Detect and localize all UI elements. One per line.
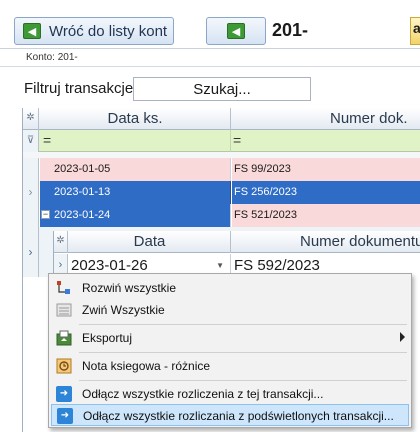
cell-date[interactable]: 2023-01-13 xyxy=(40,181,231,204)
grid-header: ✲ Data ks. Numer dok. xyxy=(23,108,420,130)
context-menu: Rozwiń wszystkie Zwiń Wszystkie Eksportu… xyxy=(48,273,412,428)
back-to-accounts-label: Wróć do listy kont xyxy=(49,22,168,40)
cell-date-text: 2023-01-24 xyxy=(54,209,111,221)
account-name-fragment: a xyxy=(413,20,420,36)
back-to-accounts-button[interactable]: ◀ Wróć do listy kont xyxy=(14,17,174,45)
cell-doc-number[interactable]: FS 521/2023 xyxy=(232,204,420,227)
menu-item-label: Eksportuj xyxy=(82,331,133,345)
detail-grid: ✲ Data Numer dokumentu › 2023-01-26 ▼ FS… xyxy=(53,231,420,277)
toolbar: ◀ Wróć do listy kont ◀ 201- a xyxy=(0,0,420,50)
menu-separator xyxy=(79,352,407,353)
row-indicator: › xyxy=(23,227,39,277)
note-icon xyxy=(56,358,72,374)
filter-cell-date[interactable]: = xyxy=(41,130,231,152)
divider xyxy=(0,66,420,67)
table-row[interactable]: 2023-01-05 FS 99/2023 xyxy=(23,158,420,181)
table-row[interactable]: › 2023-01-13 FS 256/2023 xyxy=(23,181,420,204)
menu-item-label: Rozwiń wszystkie xyxy=(82,281,177,295)
column-header-doc-number[interactable]: Numer dokumentu xyxy=(232,231,420,253)
menu-separator xyxy=(79,380,407,381)
search-input[interactable]: Szukaj... xyxy=(133,77,311,101)
column-chooser-icon[interactable]: ✲ xyxy=(23,108,39,130)
menu-item-label: Zwiń Wszystkie xyxy=(82,303,165,317)
menu-item-export[interactable]: Eksportuj xyxy=(51,327,409,349)
back-button[interactable]: ◀ xyxy=(206,17,266,45)
detail-grid-container: › ✲ Data Numer dokumentu › 2023-01-26 ▼ … xyxy=(23,227,420,277)
row-indicator xyxy=(23,158,39,181)
filter-row: ⊽ = = xyxy=(23,130,420,152)
arrow-right-icon: ➜ xyxy=(56,386,72,402)
table-row-expanded[interactable]: 2023-01-24 − FS 521/2023 xyxy=(23,204,420,227)
export-icon xyxy=(56,330,72,346)
column-header-date[interactable]: Data xyxy=(69,231,231,253)
filter-label: Filtruj transakcje xyxy=(24,80,134,97)
submenu-arrow-icon xyxy=(400,332,405,342)
cell-doc-number[interactable]: FS 256/2023 xyxy=(232,181,420,204)
column-header-doc-number[interactable]: Numer dok. xyxy=(232,108,420,130)
row-indicator: › xyxy=(23,181,39,204)
cell-date[interactable]: 2023-01-24 xyxy=(40,204,231,227)
account-name-button[interactable]: a xyxy=(410,17,420,45)
menu-item-accounting-note[interactable]: Nota ksiegowa - różnice xyxy=(51,355,409,377)
expand-tree-icon xyxy=(57,281,70,294)
filter-icon: ⊽ xyxy=(23,130,39,152)
menu-item-detach-current[interactable]: ➜ Odłącz wszystkie rozliczenia z tej tra… xyxy=(51,383,409,405)
row-indicator xyxy=(23,204,39,227)
menu-item-label: Odłącz wszystkie rozliczenia z tej trans… xyxy=(82,387,324,401)
arrow-right-icon: ➜ xyxy=(57,408,73,424)
menu-separator xyxy=(79,324,407,325)
menu-item-label: Nota ksiegowa - różnice xyxy=(82,359,211,373)
menu-item-detach-highlighted[interactable]: ➜ Odłącz wszystkie rozliczania z podświe… xyxy=(51,404,409,426)
account-number: 201- xyxy=(272,20,309,40)
detail-grid-header: ✲ Data Numer dokumentu xyxy=(54,231,420,253)
cell-doc-number[interactable]: FS 99/2023 xyxy=(232,158,420,181)
column-chooser-icon[interactable]: ✲ xyxy=(54,231,68,253)
account-label: Konto: 201- xyxy=(0,48,420,66)
menu-item-label: Odłącz wszystkie rozliczania z podświetl… xyxy=(83,409,394,423)
arrow-left-icon: ◀ xyxy=(23,23,41,39)
filter-cell-doc-number[interactable]: = xyxy=(233,130,420,152)
cell-date-text: 2023-01-26 xyxy=(71,257,148,274)
collapse-tree-icon xyxy=(56,303,72,317)
cell-date[interactable]: 2023-01-05 xyxy=(40,158,231,181)
column-header-date[interactable]: Data ks. xyxy=(40,108,231,130)
arrow-left-icon: ◀ xyxy=(227,23,245,39)
menu-item-expand-all[interactable]: Rozwiń wszystkie xyxy=(51,277,409,299)
collapse-icon[interactable]: − xyxy=(41,210,50,219)
menu-item-collapse-all[interactable]: Zwiń Wszystkie xyxy=(51,299,409,321)
